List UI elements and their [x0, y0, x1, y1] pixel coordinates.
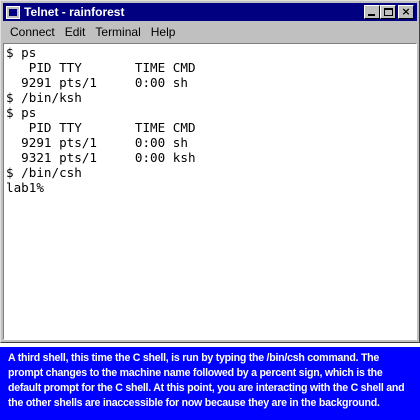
menu-edit[interactable]: Edit — [60, 22, 91, 42]
terminal-line: $ /bin/ksh — [6, 90, 82, 105]
window-title: Telnet - rainforest — [24, 5, 125, 19]
title-bar[interactable]: Telnet - rainforest × — [3, 3, 417, 21]
close-button[interactable]: × — [398, 5, 414, 19]
menu-help[interactable]: Help — [146, 22, 181, 42]
minimize-button[interactable] — [364, 5, 380, 19]
minimize-icon — [368, 14, 375, 16]
terminal-line: 9291 pts/1 0:00 sh — [6, 135, 188, 150]
terminal-prompt-line: lab1% — [6, 180, 44, 195]
telnet-window: Telnet - rainforest × Connect Edit Termi… — [0, 0, 420, 343]
terminal-output[interactable]: $ ps PID TTY TIME CMD 9291 pts/1 0:00 sh… — [3, 43, 417, 340]
terminal-line: $ ps — [6, 45, 37, 60]
menu-bar: Connect Edit Terminal Help — [3, 22, 417, 42]
menu-terminal[interactable]: Terminal — [90, 22, 145, 42]
maximize-icon — [384, 8, 393, 16]
terminal-line: PID TTY TIME CMD — [6, 120, 196, 135]
terminal-line: 9321 pts/1 0:00 ksh — [6, 150, 196, 165]
window-controls: × — [364, 5, 414, 19]
caption-box: A third shell, this time the C shell, is… — [0, 347, 420, 420]
terminal-line: 9291 pts/1 0:00 sh — [6, 75, 188, 90]
menu-connect[interactable]: Connect — [3, 22, 60, 42]
close-icon: × — [401, 5, 411, 18]
telnet-app-icon[interactable] — [6, 5, 20, 19]
maximize-button[interactable] — [380, 5, 396, 19]
terminal-line: PID TTY TIME CMD — [6, 60, 196, 75]
terminal-line: $ ps — [6, 105, 37, 120]
caption-text: A third shell, this time the C shell, is… — [8, 352, 405, 409]
terminal-line: $ /bin/csh — [6, 165, 82, 180]
